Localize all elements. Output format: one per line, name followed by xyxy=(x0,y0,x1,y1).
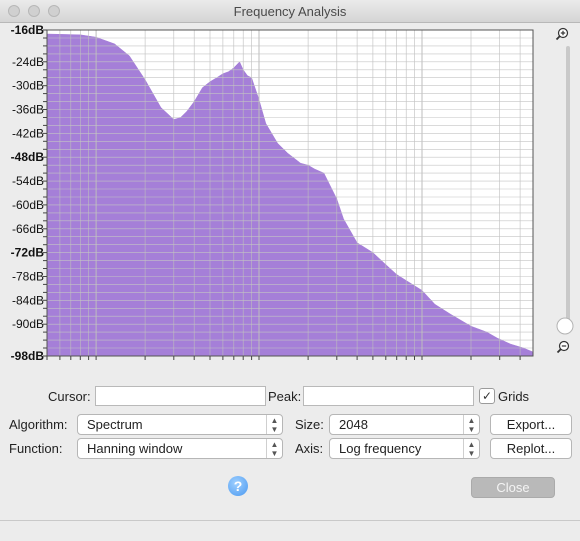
peak-field[interactable] xyxy=(303,386,474,406)
y-tick-label: -98dB xyxy=(11,349,45,360)
select-stepper-icon: ▲ ▼ xyxy=(266,439,282,458)
y-tick-label: -30dB xyxy=(12,79,44,93)
algorithm-label: Algorithm: xyxy=(9,417,68,432)
algorithm-select[interactable]: Spectrum ▲ ▼ xyxy=(77,414,283,435)
y-tick-label: -54dB xyxy=(12,174,44,188)
size-select[interactable]: 2048 ▲ ▼ xyxy=(329,414,480,435)
y-tick-label: -72dB xyxy=(11,246,45,260)
y-tick-label: -84dB xyxy=(12,293,44,307)
cursor-field[interactable] xyxy=(95,386,266,406)
function-value: Hanning window xyxy=(87,441,183,456)
axis-value: Log frequency xyxy=(339,441,422,456)
size-label: Size: xyxy=(295,417,324,432)
peak-label: Peak: xyxy=(268,389,302,404)
select-stepper-icon: ▲ ▼ xyxy=(463,415,479,434)
y-tick-label: -42dB xyxy=(12,126,44,140)
zoom-slider-thumb[interactable] xyxy=(556,317,574,335)
grids-checkbox[interactable]: ✓ xyxy=(479,388,495,404)
help-icon[interactable]: ? xyxy=(228,476,248,496)
y-tick-label: -16dB xyxy=(11,23,45,37)
y-tick-label: -66dB xyxy=(12,222,44,236)
spectrum-chart: -16dB -24dB -30dB -36dB -42dB -48dB -54dB -60dB… xyxy=(11,23,574,360)
cursor-label: Cursor: xyxy=(48,389,91,404)
y-tick-label: -48dB xyxy=(11,150,45,164)
algorithm-value: Spectrum xyxy=(87,417,143,432)
status-bar xyxy=(0,520,580,541)
zoom-out-icon[interactable] xyxy=(556,340,570,354)
function-select[interactable]: Hanning window ▲ ▼ xyxy=(77,438,283,459)
y-tick-label: -36dB xyxy=(12,103,44,117)
size-value: 2048 xyxy=(339,417,368,432)
export-button[interactable]: Export... xyxy=(490,414,572,435)
grids-label: Grids xyxy=(498,389,530,404)
select-stepper-icon: ▲ ▼ xyxy=(266,415,282,434)
axis-select[interactable]: Log frequency ▲ ▼ xyxy=(329,438,480,459)
axis-label: Axis: xyxy=(295,441,324,456)
replot-button[interactable]: Replot... xyxy=(490,438,572,459)
zoom-slider-track[interactable] xyxy=(566,46,570,326)
y-tick-label: -24dB xyxy=(12,55,44,69)
y-tick-label: -60dB xyxy=(12,198,44,212)
zoom-in-icon[interactable] xyxy=(555,27,569,41)
close-button[interactable]: Close xyxy=(471,477,555,498)
select-stepper-icon: ▲ ▼ xyxy=(463,439,479,458)
function-label: Function: xyxy=(9,441,63,456)
y-tick-label: -78dB xyxy=(12,270,44,284)
y-tick-label: -90dB xyxy=(12,317,44,331)
